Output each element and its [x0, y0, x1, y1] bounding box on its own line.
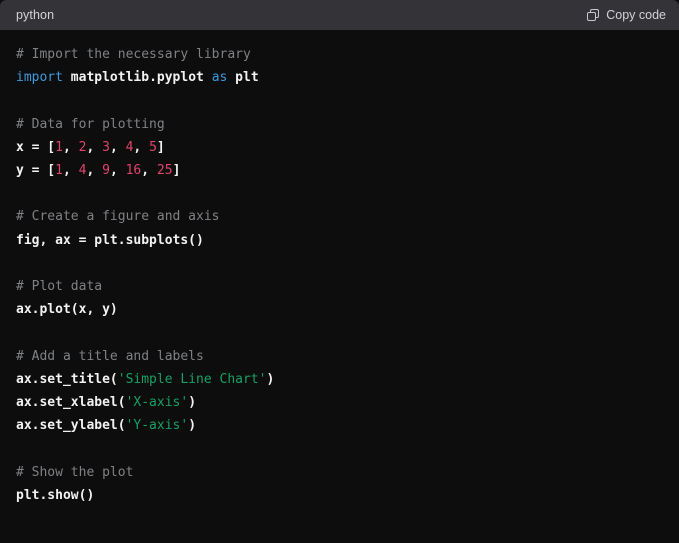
code-token-plain: ]	[156, 139, 165, 155]
code-token-punct: ,	[86, 163, 103, 179]
code-token-string: 'Simple Line Chart'	[117, 371, 267, 387]
code-token-number: 5	[149, 139, 157, 155]
code-token-number: 16	[125, 163, 142, 179]
code-token-plain: plt	[235, 70, 259, 86]
code-line: fig, ax = plt.subplots()	[16, 229, 663, 252]
code-token-keyword: import	[16, 70, 63, 86]
code-line: y = [1, 4, 9, 16, 25]	[16, 159, 663, 182]
code-line: ax.plot(x, y)	[16, 298, 663, 321]
code-token-plain: plt.show()	[16, 487, 95, 503]
code-language-label: python	[16, 7, 55, 22]
code-line: x = [1, 2, 3, 4, 5]	[16, 136, 663, 159]
code-line: plt.show()	[16, 484, 663, 507]
code-line: import matplotlib.pyplot as plt	[16, 66, 663, 89]
copy-code-button[interactable]: Copy code	[587, 7, 666, 24]
code-token-punct: ,	[109, 163, 126, 179]
code-token-punct: ,	[133, 139, 150, 155]
code-token-punct: ,	[62, 139, 79, 155]
code-token-number: 1	[55, 139, 63, 155]
code-line: ax.set_xlabel('X-axis')	[16, 391, 663, 414]
code-token-plain: x = [	[16, 139, 56, 155]
code-token-comment: # Data for plotting	[16, 116, 165, 132]
code-token-comment: # Add a title and labels	[16, 348, 204, 364]
code-token-plain: ax.set_title(	[16, 371, 118, 387]
code-line: # Data for plotting	[16, 113, 663, 136]
code-token-plain: ax.set_ylabel(	[16, 418, 126, 434]
code-line: # Show the plot	[16, 461, 663, 484]
code-token-number: 3	[102, 139, 110, 155]
code-token-plain: )	[188, 418, 197, 434]
code-token-string: 'X-axis'	[125, 395, 189, 411]
code-line: ax.set_ylabel('Y-axis')	[16, 414, 663, 437]
code-token-comment: # Create a figure and axis	[16, 209, 220, 225]
code-block-header: python Copy code	[0, 0, 679, 30]
code-token-comment: # Plot data	[16, 279, 103, 295]
code-token-plain: ax.set_xlabel(	[16, 395, 126, 411]
code-token-plain: ]	[172, 163, 181, 179]
code-token-plain: matplotlib.pyplot	[70, 70, 204, 86]
code-token-plain: )	[266, 371, 275, 387]
code-token-number: 1	[55, 163, 63, 179]
code-content: # Import the necessary library import ma…	[16, 43, 663, 507]
code-line: # Plot data	[16, 275, 663, 298]
code-line: # Add a title and labels	[16, 345, 663, 368]
code-token-comment: # Show the plot	[16, 464, 134, 480]
code-token-punct: ,	[109, 139, 126, 155]
code-line: ax.set_title('Simple Line Chart')	[16, 368, 663, 391]
code-block: python Copy code # Import the necessary …	[0, 0, 679, 543]
code-token-keyword: as	[211, 70, 228, 86]
code-token-punct: ,	[141, 163, 157, 179]
code-token-comment: # Import the necessary library	[16, 47, 251, 62]
code-token-number: 25	[156, 163, 173, 179]
code-line: # Create a figure and axis	[16, 205, 663, 228]
code-line: # Import the necessary library	[16, 43, 663, 66]
copy-icon	[587, 8, 600, 22]
code-token-string: 'Y-axis'	[125, 418, 189, 434]
code-token-plain: fig, ax = plt.subplots()	[16, 232, 204, 248]
code-token-plain: y = [	[16, 163, 56, 179]
code-token-plain: )	[188, 395, 197, 411]
code-token-number: 9	[102, 163, 110, 179]
code-token-punct: ,	[62, 163, 79, 179]
copy-code-label: Copy code	[606, 7, 666, 22]
code-token-punct: ,	[86, 139, 103, 155]
code-body: # Import the necessary library import ma…	[0, 30, 679, 543]
code-token-plain: ax.plot(x, y)	[16, 302, 118, 318]
